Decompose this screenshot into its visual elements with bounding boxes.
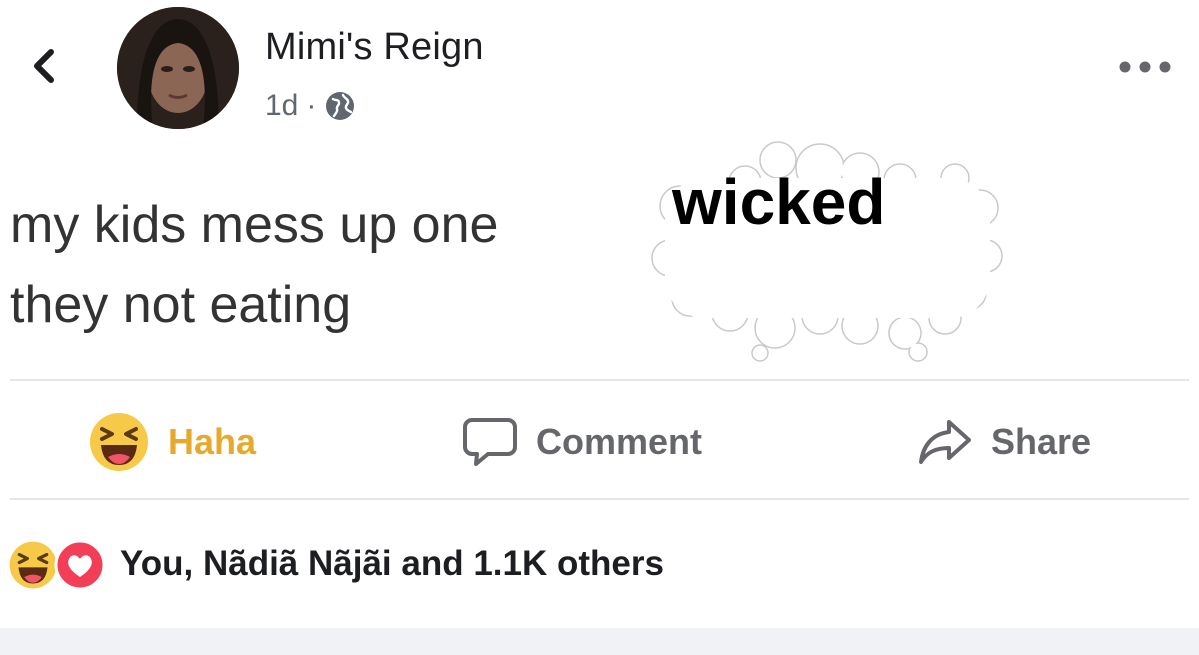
- reactions-summary-text: You, Nãdiã Nãjãi and 1.1K others: [120, 544, 664, 583]
- share-button[interactable]: Share: [917, 410, 1091, 474]
- haha-emoji-icon: [90, 413, 148, 471]
- cloud-sticker: [650, 128, 1005, 363]
- avatar[interactable]: [117, 7, 239, 129]
- comment-label: Comment: [536, 421, 703, 462]
- post-text-line-1: my kids mess up onelyric: [10, 185, 1190, 265]
- post-text: my kids mess up onelyric they not eating: [10, 185, 1190, 345]
- more-options-button[interactable]: [1115, 52, 1175, 82]
- haha-emoji-icon: [9, 541, 57, 589]
- reactions-summary[interactable]: You, Nãdiã Nãjãi and 1.1K others: [8, 539, 664, 591]
- comment-button[interactable]: Comment: [462, 410, 702, 474]
- chevron-left-icon: [34, 49, 54, 83]
- back-button[interactable]: [22, 44, 66, 88]
- footer-band: [0, 628, 1199, 655]
- post-text-line-2: they not eating: [10, 276, 352, 334]
- haha-reaction-button[interactable]: Haha: [88, 410, 256, 474]
- meta-separator: ·: [306, 89, 317, 122]
- avatar-photo: [117, 7, 239, 129]
- author-name[interactable]: Mimi's Reign: [265, 26, 484, 69]
- post-meta: 1d ·: [265, 86, 356, 126]
- divider-bottom: [10, 498, 1189, 500]
- reaction-icons: [8, 539, 110, 591]
- post-time[interactable]: 1d: [265, 89, 298, 123]
- divider-top: [10, 379, 1189, 381]
- comment-icon: [463, 418, 517, 466]
- share-arrow-icon: [919, 420, 971, 464]
- more-dots-icon: [1119, 61, 1171, 73]
- highlight-word: wicked: [672, 166, 886, 238]
- love-heart-icon: [54, 539, 106, 591]
- post-text-before: my kids mess up one: [10, 196, 499, 254]
- share-label: Share: [991, 421, 1092, 462]
- cloud-shape: [651, 141, 1003, 362]
- haha-label: Haha: [168, 421, 257, 462]
- globe-icon: [326, 92, 355, 120]
